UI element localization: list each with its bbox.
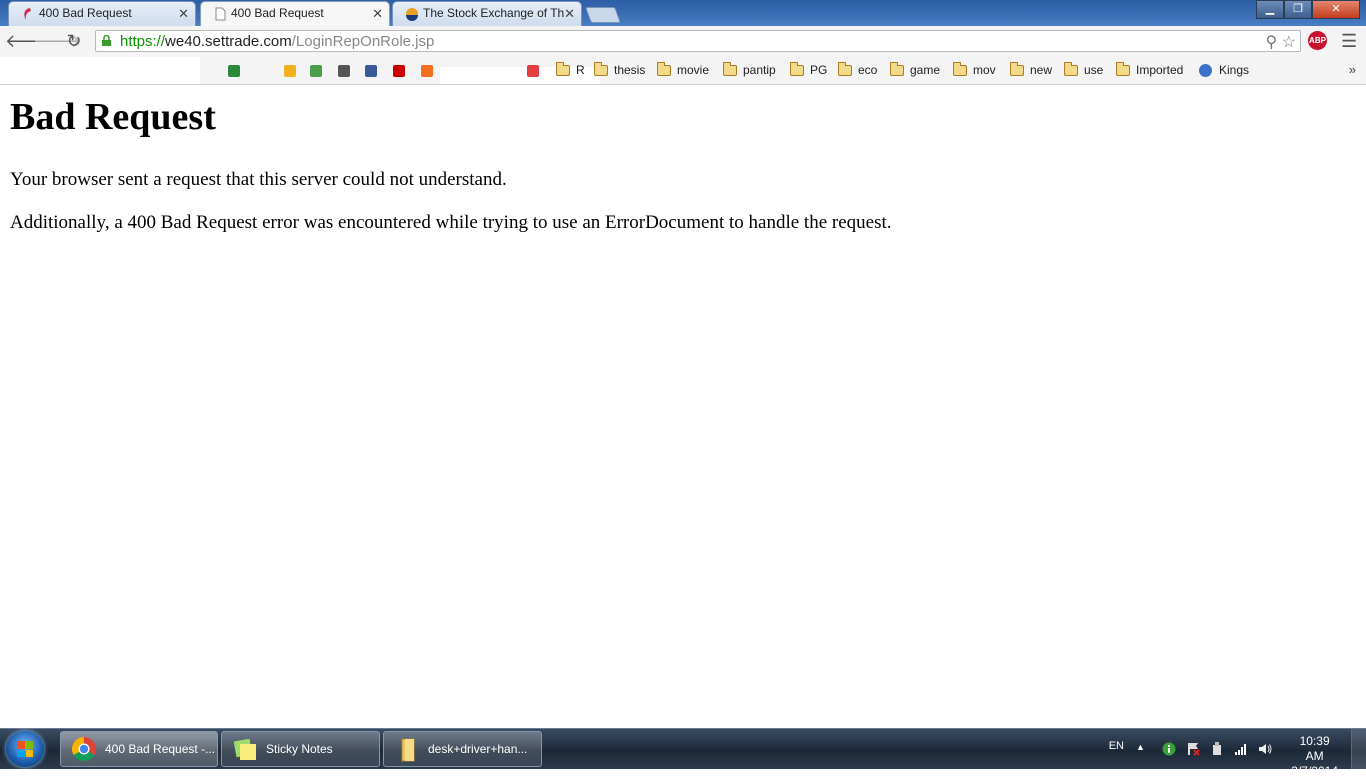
bookmark-star-icon[interactable]: ☆	[1282, 34, 1296, 51]
error-message: Your browser sent a request that this se…	[10, 169, 507, 190]
windows-logo-icon	[17, 741, 33, 757]
bookmark-favicon[interactable]	[228, 65, 240, 77]
redacted-area	[0, 57, 200, 84]
taskbar-item-chrome[interactable]: 400 Bad Request -...	[60, 731, 218, 767]
adblock-plus-icon[interactable]: ABP	[1308, 31, 1327, 50]
chrome-icon	[71, 737, 96, 762]
start-button[interactable]	[6, 731, 44, 767]
volume-icon[interactable]	[1258, 742, 1272, 756]
settrade-icon	[24, 8, 31, 20]
bookmark-kings[interactable]: Kings	[1199, 63, 1249, 77]
folder-icon	[1010, 61, 1024, 76]
page-title: Bad Request	[10, 96, 216, 138]
action-center-icon[interactable]	[1186, 742, 1200, 756]
clock-date: 3/7/2014	[1291, 764, 1338, 778]
tab-1[interactable]: 400 Bad Request ✕	[8, 1, 196, 26]
set-icon	[406, 8, 418, 21]
bookmarks-bar: R thesis movie pantip PG eco game mov ne…	[0, 57, 1366, 85]
chrome-menu-icon[interactable]: ☰	[1341, 31, 1357, 52]
tab-title: The Stock Exchange of Th	[423, 6, 565, 20]
info-icon[interactable]	[1162, 742, 1176, 756]
page-icon	[215, 7, 226, 21]
system-clock[interactable]: 10:39 AM 3/7/2014	[1291, 734, 1338, 779]
bookmark-favicon[interactable]	[421, 65, 433, 77]
omnibox-actions: ⚲ ☆	[1265, 32, 1296, 52]
address-bar[interactable]: https://we40.settrade.com/LoginRepOnRole…	[95, 30, 1301, 52]
bookmark-favicon[interactable]	[284, 65, 296, 77]
bookmark-folder[interactable]: new	[1010, 61, 1052, 77]
tab-2[interactable]: 400 Bad Request ✕	[200, 1, 390, 26]
bookmark-favicon[interactable]	[393, 65, 405, 77]
bookmark-folder[interactable]: game	[890, 61, 940, 77]
taskbar-item-sticky-notes[interactable]: Sticky Notes	[221, 731, 380, 767]
url-text: https://we40.settrade.com/LoginRepOnRole…	[120, 33, 435, 50]
bookmark-favicon[interactable]	[310, 65, 322, 77]
back-icon[interactable]: 🡐	[5, 30, 53, 54]
bookmark-folder[interactable]: eco	[838, 61, 877, 77]
zoom-icon[interactable]: ⚲	[1265, 34, 1277, 51]
reload-icon[interactable]: ↻	[62, 30, 86, 54]
close-icon[interactable]: ✕	[372, 2, 383, 25]
forward-icon[interactable]: 🡒	[33, 30, 81, 54]
bookmark-favicon[interactable]	[338, 65, 350, 77]
tab-title: 400 Bad Request	[231, 6, 324, 20]
bookmark-folder[interactable]: movie	[657, 61, 709, 77]
kings-icon	[1199, 63, 1212, 77]
bookmarks-overflow-icon[interactable]: »	[1349, 62, 1356, 77]
folder-icon	[1064, 61, 1078, 76]
folder-icon	[890, 61, 904, 76]
folder-icon	[556, 61, 570, 76]
folder-icon	[790, 61, 804, 76]
removable-device-icon[interactable]	[1210, 742, 1224, 756]
bookmark-favicon[interactable]	[527, 65, 539, 77]
bookmark-folder[interactable]: use	[1064, 61, 1103, 77]
network-signal-icon[interactable]	[1234, 742, 1248, 756]
tab-3[interactable]: The Stock Exchange of Th ✕	[392, 1, 582, 26]
browser-toolbar: 🡐 🡒 ↻ https://we40.settrade.com/LoginRep…	[0, 26, 1366, 58]
show-hidden-icons-icon[interactable]: ▲	[1136, 742, 1150, 756]
taskbar-item-folder[interactable]: desk+driver+han...	[383, 731, 542, 767]
page-content: Bad Request Your browser sent a request …	[0, 85, 1366, 728]
error-detail: Additionally, a 400 Bad Request error wa…	[10, 212, 892, 233]
minimize-button[interactable]: ▁	[1256, 0, 1284, 19]
bookmark-folder[interactable]: PG	[790, 61, 827, 77]
bookmark-folder[interactable]: R	[556, 61, 585, 77]
close-window-button[interactable]: ✕	[1312, 0, 1360, 19]
tab-strip: 400 Bad Request ✕ 400 Bad Request ✕ The …	[0, 0, 1366, 26]
sticky-notes-icon	[233, 738, 256, 760]
new-tab-button[interactable]	[585, 7, 621, 23]
show-desktop-button[interactable]	[1351, 729, 1366, 769]
window-controls: ▁ ❐ ✕	[1256, 0, 1360, 19]
bookmark-folder[interactable]: thesis	[594, 61, 645, 77]
close-icon[interactable]: ✕	[564, 2, 575, 25]
maximize-button[interactable]: ❐	[1284, 0, 1312, 19]
folder-icon	[838, 61, 852, 76]
bookmark-folder[interactable]: mov	[953, 61, 996, 77]
bookmark-folder[interactable]: Imported	[1116, 61, 1183, 77]
folder-icon	[594, 61, 608, 76]
language-indicator[interactable]: EN	[1109, 740, 1124, 752]
folder-icon	[657, 61, 671, 76]
folder-icon	[953, 61, 967, 76]
folder-icon	[401, 738, 415, 762]
clock-time: 10:39 AM	[1299, 734, 1330, 763]
taskbar: 400 Bad Request -... Sticky Notes desk+d…	[0, 728, 1366, 778]
folder-icon	[1116, 61, 1130, 76]
bookmark-folder[interactable]: pantip	[723, 61, 776, 77]
folder-icon	[723, 61, 737, 76]
tab-title: 400 Bad Request	[39, 6, 132, 20]
close-icon[interactable]: ✕	[178, 2, 189, 25]
bookmark-favicon[interactable]	[365, 65, 377, 77]
lock-icon	[102, 35, 111, 46]
